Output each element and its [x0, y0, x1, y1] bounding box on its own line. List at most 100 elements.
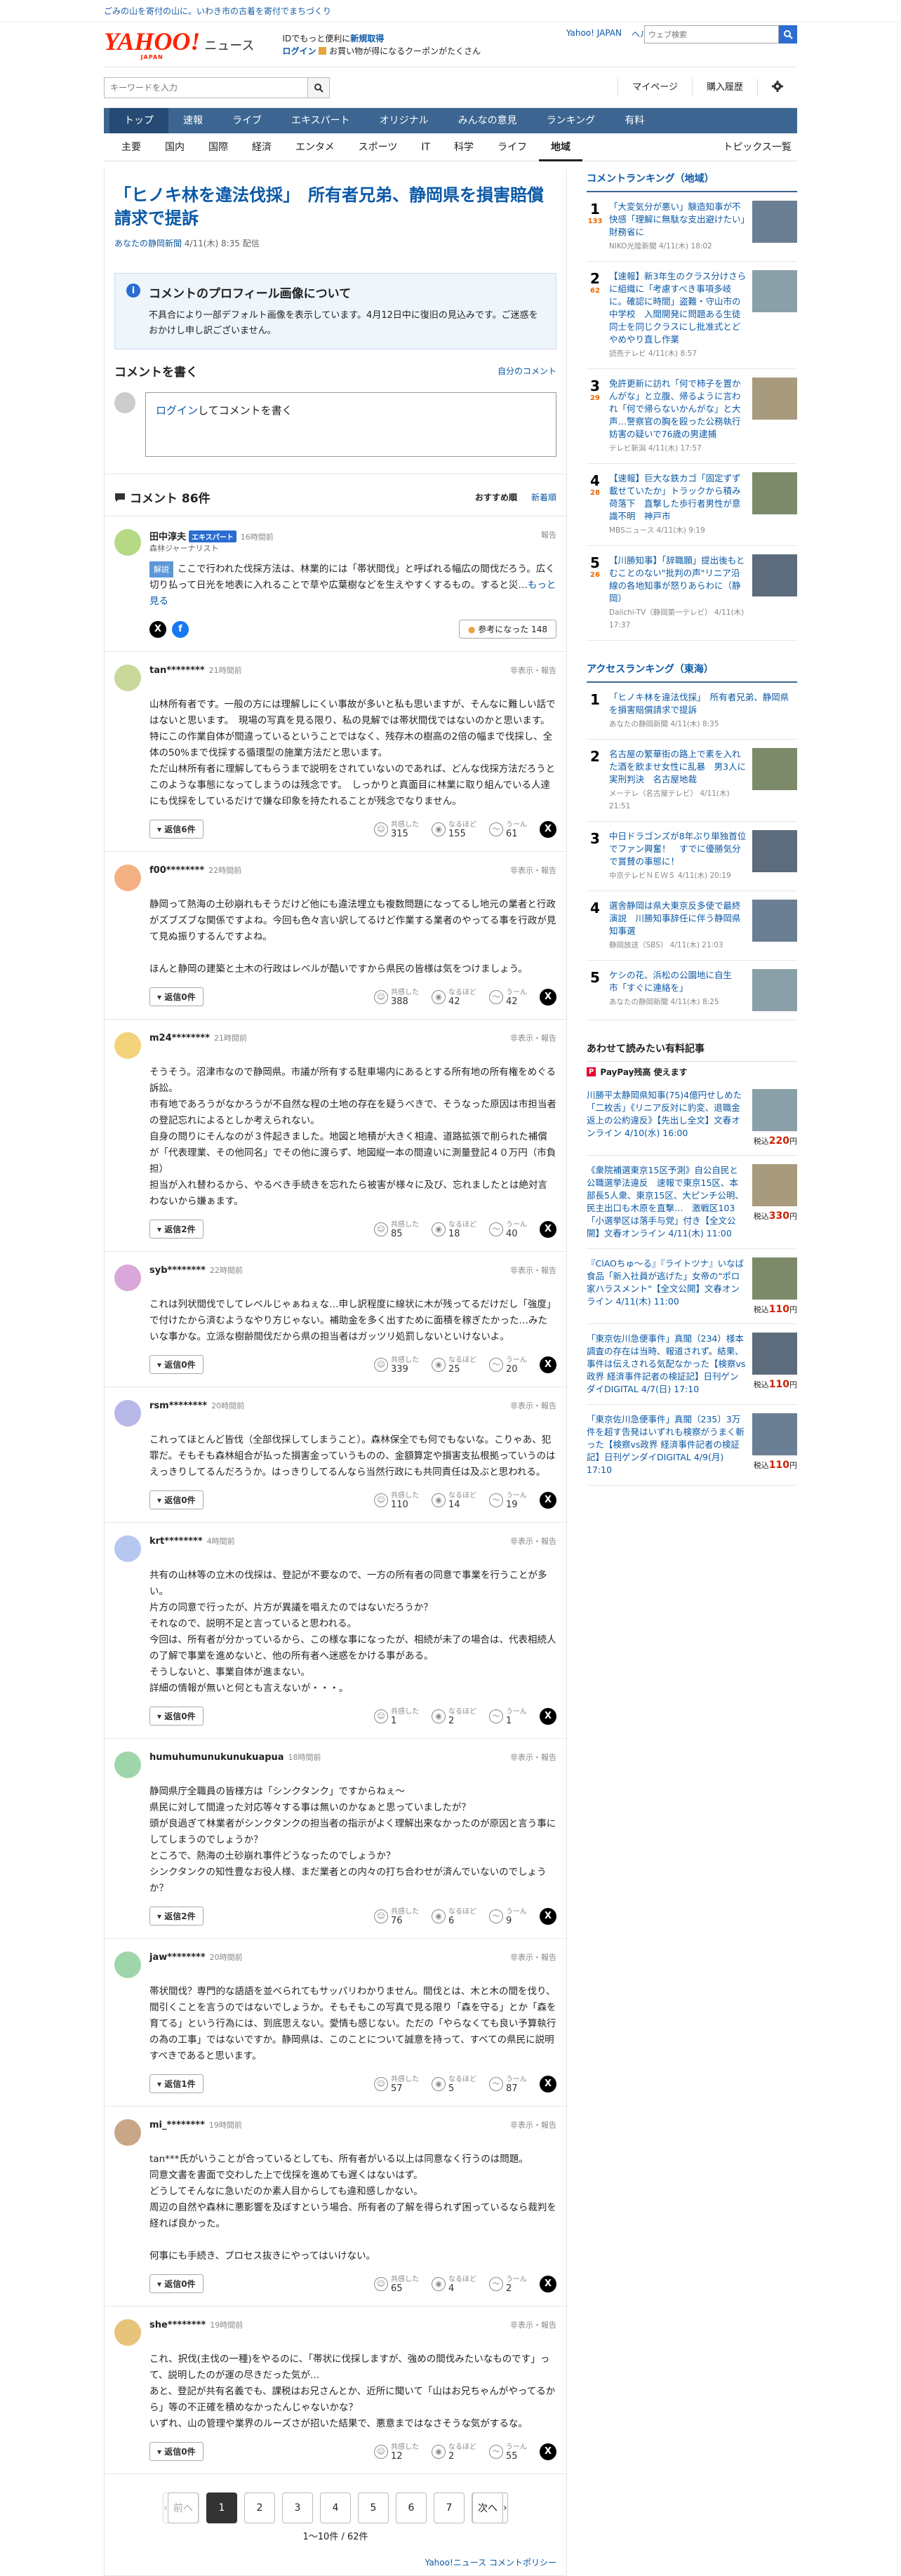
comment-user-name[interactable]: humuhumunukunukuapua [149, 1752, 284, 1763]
avatar[interactable] [114, 1032, 141, 1059]
reaction-empathy-button[interactable]: ☺ 共感した 388 [374, 988, 419, 1006]
reaction-hmm-button[interactable]: ～うーん 42 [489, 988, 527, 1006]
page-6[interactable]: 6 [396, 2492, 427, 2523]
gnav-original[interactable]: オリジナル [365, 108, 443, 133]
avatar[interactable] [114, 1264, 141, 1291]
reply-button[interactable]: ▾ 返信0件 [149, 987, 203, 1006]
reaction-empathy-button[interactable]: ☺ 共感した 110 [374, 1491, 419, 1509]
comment-user-name[interactable]: krt******** [149, 1536, 203, 1547]
web-search-button[interactable] [779, 25, 797, 44]
reaction-naruhodo-button[interactable]: ◉ なるほど 18 [432, 1220, 476, 1239]
hide-report-link[interactable]: 非表示・報告 [510, 665, 556, 676]
reaction-empathy-button[interactable]: ☺ 共感した 315 [374, 820, 419, 839]
reply-button[interactable]: ▾ 返信6件 [149, 820, 203, 839]
reaction-naruhodo-button[interactable]: ◉ なるほど 6 [432, 1907, 476, 1926]
reply-button[interactable]: ▾ 返信0件 [149, 2442, 203, 2461]
access-title[interactable]: ケシの花、浜松の公園地に自生 市「すぐに連絡を」 [609, 970, 741, 993]
reaction-empathy-button[interactable]: ☺ 共感した 76 [374, 1907, 419, 1926]
reaction-hmm-button[interactable]: ～うーん 19 [489, 1491, 527, 1509]
reaction-hmm-button[interactable]: ～うーん 2 [489, 2275, 527, 2293]
x-share-icon[interactable]: X [540, 2443, 556, 2460]
rank-thumbnail[interactable] [752, 378, 797, 420]
reply-button[interactable]: ▾ 返信0件 [149, 2274, 203, 2293]
tab-domestic[interactable]: 国内 [153, 133, 196, 161]
next-page-button[interactable]: 次へ › [472, 2492, 508, 2523]
access-title[interactable]: 「ヒノキ林を違法伐採」 所有者兄弟、静岡県を損害賠償請求で提訴 [609, 692, 789, 715]
tab-it[interactable]: IT [409, 133, 442, 161]
news-search-button[interactable] [307, 76, 330, 98]
avatar[interactable] [114, 865, 141, 891]
hide-report-link[interactable]: 非表示・報告 [510, 1951, 556, 1963]
reaction-naruhodo-button[interactable]: ◉ なるほど 42 [432, 988, 476, 1006]
gnav-ranking[interactable]: ランキング [532, 108, 610, 133]
hide-report-link[interactable]: 非表示・報告 [510, 1032, 556, 1043]
sort-newest[interactable]: 新着順 [531, 491, 556, 503]
x-share-icon[interactable]: X [540, 1356, 556, 1373]
comment-user-name[interactable]: mi_******** [149, 2120, 205, 2130]
coupon-text[interactable]: お買い物が得になるクーポンがたくさん [329, 46, 481, 56]
avatar[interactable] [114, 1751, 141, 1778]
topics-list-link[interactable]: トピックス一覧 [711, 133, 797, 161]
reaction-hmm-button[interactable]: ～うーん 9 [489, 1907, 527, 1926]
access-item[interactable]: 2 名古屋の繁華街の路上で素を入れた酒を飲ませ女性に乱暴 男3人に実刑判決 名古屋… [587, 740, 797, 822]
access-item[interactable]: 4 選舎静岡は県大東京反多使で最終演説 川勝知事辞任に伴う静岡県知事選 静岡放送（S… [587, 891, 797, 961]
sort-recommended[interactable]: おすすめ順 [475, 491, 517, 503]
tab-science[interactable]: 科学 [442, 133, 486, 161]
reaction-hmm-button[interactable]: ～うーん 1 [489, 1707, 527, 1726]
paid-article-item[interactable]: 《衆院補選東京15区予測》自公自民と公職選挙法違反 速報で東京15区、本部長5人… [587, 1156, 797, 1249]
prev-page-button[interactable]: ‹ 前へ [163, 2492, 199, 2523]
reaction-hmm-button[interactable]: ～うーん 87 [489, 2075, 527, 2093]
purchase-history-link[interactable]: 購入履歴 [691, 78, 757, 97]
paid-article-thumbnail[interactable] [752, 1164, 797, 1206]
rank-title[interactable]: 「大変気分が悪い」験造知事が不快感「理解に無駄な支出避けたい」財務省に [609, 201, 745, 237]
x-share-icon[interactable]: X [540, 1907, 556, 1925]
access-title[interactable]: 選舎静岡は県大東京反多使で最終演説 川勝知事辞任に伴う静岡県知事選 [609, 900, 741, 936]
reaction-empathy-button[interactable]: ☺ 共感した 1 [374, 1707, 419, 1726]
reply-button[interactable]: ▾ 返信2件 [149, 1907, 203, 1926]
access-thumbnail[interactable] [752, 830, 797, 872]
rank-thumbnail[interactable] [752, 472, 797, 514]
page-5[interactable]: 5 [358, 2492, 389, 2523]
comment-user-name[interactable]: tan******** [149, 665, 205, 676]
tab-main[interactable]: 主要 [109, 133, 153, 161]
settings-button[interactable] [757, 78, 797, 97]
gnav-expert[interactable]: エキスパート [276, 108, 365, 133]
expert-name[interactable]: 田中淳夫 [149, 532, 186, 542]
x-share-icon[interactable]: X [540, 1707, 556, 1725]
topbar-promo-link[interactable]: ごみの山を寄付の山に。いわき市の古着を寄付でまちづくり [104, 5, 331, 17]
paid-article-item[interactable]: 川勝平太静岡県知事(75)4億円せしめた「二枚舌」《リニア反対に豹変、退職金返上… [587, 1081, 797, 1156]
rank-thumbnail[interactable] [752, 201, 797, 243]
facebook-share-icon[interactable]: f [172, 620, 189, 638]
reply-button[interactable]: ▾ 返信2件 [149, 1220, 203, 1239]
paid-article-thumbnail[interactable] [752, 1333, 797, 1375]
avatar[interactable] [114, 665, 141, 691]
page-4[interactable]: 4 [320, 2492, 351, 2523]
ranking-item[interactable]: 5 26 【川勝知事】「辞職願」提出後もとむことのない"批判の声"リニア沿線の各地知… [587, 546, 797, 641]
rank-title[interactable]: 【速報】巨大な鉄カゴ「固定ずず載せていたか」トラックから積み荷落下 直撃した歩行… [609, 473, 741, 521]
hide-report-link[interactable]: 非表示・報告 [510, 1264, 556, 1276]
gnav-top[interactable]: トップ [109, 108, 168, 133]
paid-article-thumbnail[interactable] [752, 1089, 797, 1131]
access-item[interactable]: 1 「ヒノキ林を違法伐採」 所有者兄弟、静岡県を損害賠償請求で提訴 あなたの静岡新聞… [587, 683, 797, 740]
comment-user-name[interactable]: syb******** [149, 1265, 206, 1276]
paid-article-thumbnail[interactable] [752, 1257, 797, 1300]
comment-user-name[interactable]: she******** [149, 2320, 206, 2330]
page-1[interactable]: 1 [206, 2492, 237, 2523]
useful-button[interactable]: ● 参考になった 148 [458, 620, 556, 639]
avatar[interactable] [114, 1535, 141, 1562]
access-thumbnail[interactable] [752, 900, 797, 942]
tab-life[interactable]: ライフ [486, 133, 539, 161]
x-share-icon[interactable]: X [540, 988, 556, 1006]
reaction-empathy-button[interactable]: ☺ 共感した 12 [374, 2443, 419, 2461]
reaction-hmm-button[interactable]: ～うーん 55 [489, 2443, 527, 2461]
article-title[interactable]: 「ヒノキ林を違法伐採」 所有者兄弟、静岡県を損害賠償請求で提訴 [114, 184, 556, 230]
comment-user-name[interactable]: rsm******** [149, 1401, 207, 1411]
page-3[interactable]: 3 [282, 2492, 313, 2523]
paid-article-item[interactable]: 「東京佐川急便事件」真聞（235）3万件を超す告発はいずれも検察がうまく斬った【… [587, 1405, 797, 1486]
ranking-item[interactable]: 3 29 免許更新に訪れ「何で柿子を置かんがな」と立腹、帰るように言われ「何で帰らな… [587, 369, 797, 464]
reaction-naruhodo-button[interactable]: ◉ なるほど 25 [432, 1356, 476, 1374]
tab-local[interactable]: 地域 [539, 133, 583, 161]
ranking-item[interactable]: 1 133 「大変気分が悪い」験造知事が不快感「理解に無駄な支出避けたい」財務省に N… [587, 192, 797, 262]
reaction-hmm-button[interactable]: ～うーん 61 [489, 820, 527, 839]
yahoo-japan-link[interactable]: Yahoo! JAPAN [566, 28, 622, 40]
